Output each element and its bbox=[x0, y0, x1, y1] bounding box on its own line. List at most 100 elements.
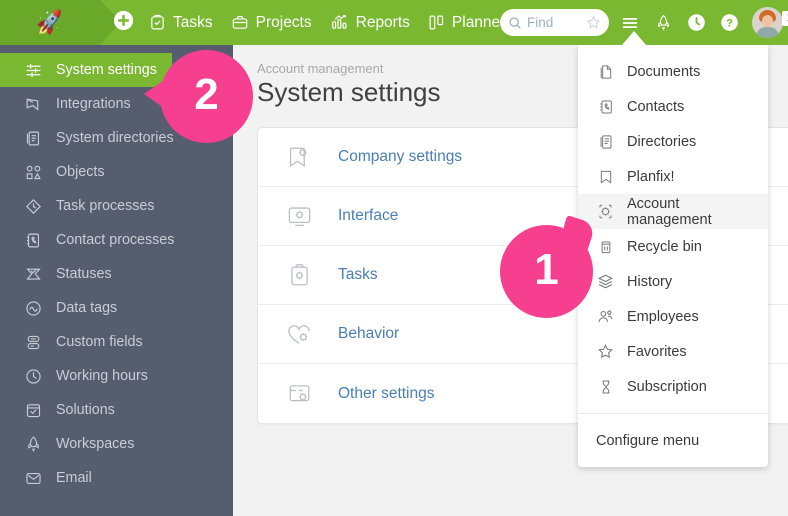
sidebar-item-label: Integrations bbox=[56, 96, 131, 112]
avatar-body bbox=[756, 27, 779, 38]
search-box[interactable]: Find bbox=[500, 9, 609, 36]
menu-item-contacts[interactable]: Contacts bbox=[578, 89, 768, 124]
notification-badge: 1 bbox=[782, 11, 788, 26]
app-root: 🚀 Tasks Projects Reports Planner Find ? … bbox=[0, 0, 788, 516]
paper-plane-icon bbox=[22, 93, 44, 115]
status-check-icon bbox=[22, 263, 44, 285]
magnifier-icon bbox=[508, 16, 522, 30]
top-navigation-bar: 🚀 Tasks Projects Reports Planner Find ? bbox=[0, 0, 788, 45]
menu-item-documents[interactable]: Documents bbox=[578, 54, 768, 89]
menu-item-label: Configure menu bbox=[596, 432, 700, 449]
sidebar-item-label: Task processes bbox=[56, 198, 155, 214]
menu-item-label: Favorites bbox=[627, 343, 687, 360]
star-outline-icon bbox=[596, 342, 615, 361]
sidebar-item-statuses[interactable]: Statuses bbox=[0, 257, 233, 291]
sidebar-item-contact-processes[interactable]: Contact processes bbox=[0, 223, 233, 257]
menu-divider bbox=[578, 413, 768, 414]
menu-item-directories[interactable]: Directories bbox=[578, 124, 768, 159]
sidebar-item-workspaces[interactable]: Workspaces bbox=[0, 427, 233, 461]
sidebar-item-label: Statuses bbox=[56, 266, 112, 282]
help-question-icon-button[interactable]: ? bbox=[716, 10, 742, 36]
sidebar-item-task-processes[interactable]: Task processes bbox=[0, 189, 233, 223]
bookmark-gear-icon bbox=[284, 142, 314, 172]
menu-item-favorites[interactable]: Favorites bbox=[578, 334, 768, 369]
calendar-check-icon bbox=[22, 399, 44, 421]
briefcase-icon bbox=[231, 14, 249, 31]
sidebar-item-label: Custom fields bbox=[56, 334, 143, 350]
settings-row-label: Other settings bbox=[338, 384, 435, 402]
bar-chart-arrow-icon bbox=[330, 14, 349, 31]
menu-item-recycle-bin[interactable]: Recycle bin bbox=[578, 229, 768, 264]
shapes-icon bbox=[22, 161, 44, 183]
wave-circle-icon bbox=[22, 297, 44, 319]
heart-gear-icon bbox=[284, 319, 314, 349]
fields-stack-icon bbox=[22, 331, 44, 353]
step-marker-1: 1 bbox=[500, 225, 593, 318]
settings-row-label: Tasks bbox=[338, 266, 378, 283]
settings-row-label: Interface bbox=[338, 207, 399, 224]
search-input[interactable]: Find bbox=[527, 15, 586, 30]
menu-item-configure-menu[interactable]: Configure menu bbox=[578, 423, 768, 458]
menu-item-account-management[interactable]: Account management bbox=[578, 194, 768, 229]
nav-item-tasks[interactable]: Tasks bbox=[140, 0, 222, 45]
sidebar-item-label: Objects bbox=[56, 164, 105, 180]
menu-item-subscription[interactable]: Subscription bbox=[578, 369, 768, 404]
menu-item-label: Directories bbox=[627, 133, 697, 150]
sidebar-item-label: System settings bbox=[56, 62, 157, 78]
nav-label: Tasks bbox=[173, 13, 213, 31]
sidebar-item-label: Working hours bbox=[56, 368, 148, 384]
nav-label: Projects bbox=[255, 13, 312, 31]
account-gear-icon bbox=[596, 202, 615, 221]
menu-item-label: Recycle bin bbox=[627, 238, 702, 255]
rocket-icon bbox=[22, 433, 44, 455]
star-outline-icon[interactable] bbox=[586, 15, 601, 30]
clock-icon-button[interactable] bbox=[683, 10, 709, 36]
settings-row-label: Company settings bbox=[338, 148, 463, 165]
menu-item-planfix[interactable]: Planfix! bbox=[578, 159, 768, 194]
page-title: System settings bbox=[257, 77, 441, 107]
logo-button[interactable]: 🚀 bbox=[0, 0, 121, 45]
menu-item-label: Employees bbox=[627, 308, 699, 325]
menu-item-label: Planfix! bbox=[627, 168, 675, 185]
menu-item-employees[interactable]: Employees bbox=[578, 299, 768, 334]
settings-row-label: Behavior bbox=[338, 325, 400, 342]
menu-item-history[interactable]: History bbox=[578, 264, 768, 299]
add-new-button[interactable] bbox=[106, 0, 140, 45]
main-dropdown-menu: Documents Contacts Directories Planfix! … bbox=[578, 45, 768, 467]
trash-bin-icon bbox=[596, 237, 615, 256]
sidebar-item-label: Email bbox=[56, 470, 92, 486]
monitor-gear-icon bbox=[284, 201, 314, 231]
planner-columns-icon bbox=[428, 14, 445, 31]
layers-icon bbox=[596, 272, 615, 291]
sidebar-item-working-hours[interactable]: Working hours bbox=[0, 359, 233, 393]
sidebar-item-label: Solutions bbox=[56, 402, 115, 418]
sidebar-item-email[interactable]: Email bbox=[0, 461, 233, 495]
sidebar-item-label: Workspaces bbox=[56, 436, 135, 452]
menu-item-label: Contacts bbox=[627, 98, 685, 115]
clipboard-gear-icon bbox=[284, 260, 314, 290]
sidebar-item-label: Contact processes bbox=[56, 232, 175, 248]
clipboard-check-icon bbox=[149, 14, 166, 31]
plus-circle-icon bbox=[113, 10, 134, 36]
contact-phone-icon bbox=[22, 229, 44, 251]
hourglass-icon bbox=[596, 377, 615, 396]
nav-item-reports[interactable]: Reports bbox=[321, 0, 419, 45]
sidebar-item-custom-fields[interactable]: Custom fields bbox=[0, 325, 233, 359]
step-marker-number: 1 bbox=[534, 244, 559, 294]
book-list-icon bbox=[22, 127, 44, 149]
nav-item-projects[interactable]: Projects bbox=[222, 0, 321, 45]
rocket-icon-button[interactable] bbox=[650, 10, 676, 36]
sidebar-item-objects[interactable]: Objects bbox=[0, 155, 233, 189]
nav-label: Reports bbox=[355, 13, 410, 31]
dropdown-pointer-arrow bbox=[622, 31, 646, 45]
sidebar-item-solutions[interactable]: Solutions bbox=[0, 393, 233, 427]
diamond-clock-icon bbox=[22, 195, 44, 217]
nav-label: Planner bbox=[451, 13, 506, 31]
user-avatar[interactable]: 1 bbox=[752, 7, 788, 38]
envelope-icon bbox=[22, 467, 44, 489]
menu-item-label: Subscription bbox=[627, 378, 707, 395]
sidebar-item-data-tags[interactable]: Data tags bbox=[0, 291, 233, 325]
step-marker-number: 2 bbox=[194, 69, 219, 119]
menu-item-label: Documents bbox=[627, 63, 701, 80]
avatar-image bbox=[752, 7, 783, 38]
